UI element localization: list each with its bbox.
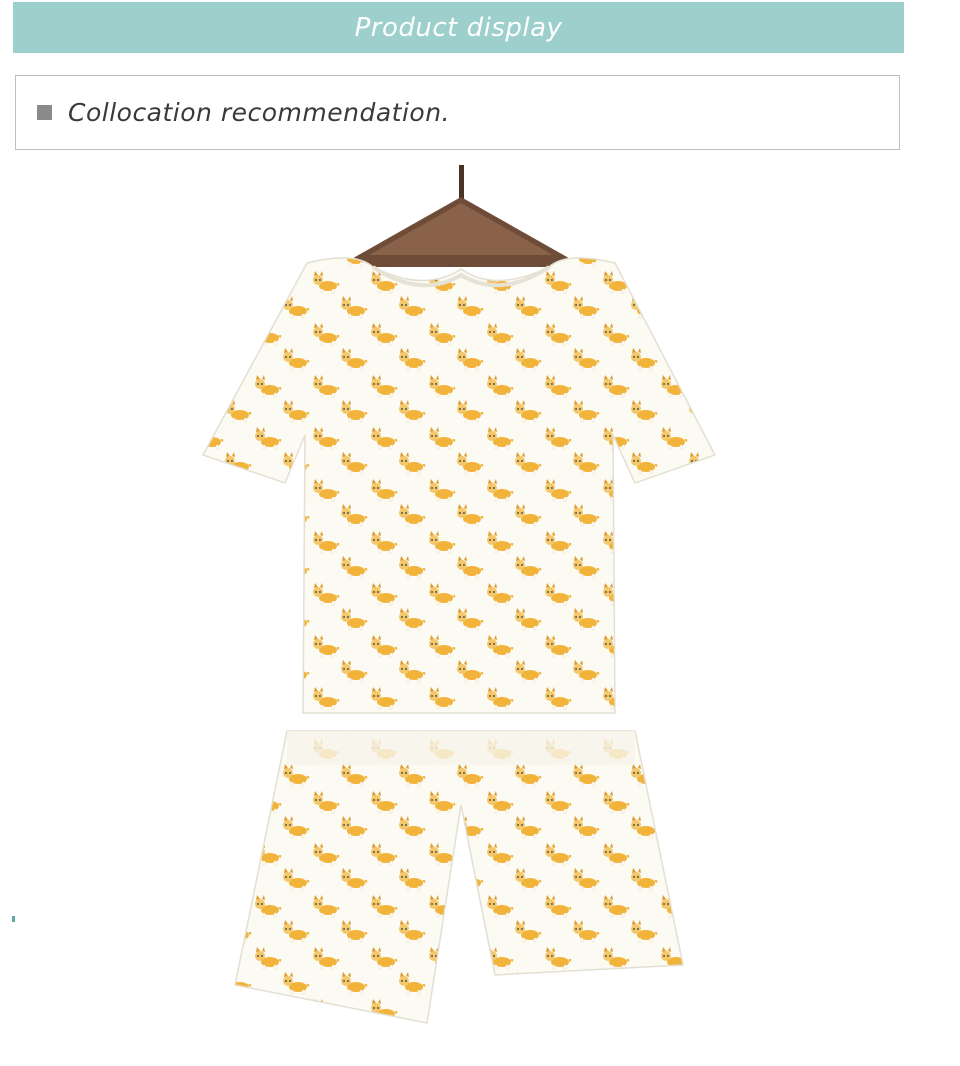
collocation-section-header: Collocation recommendation. — [15, 75, 900, 150]
shorts-shape — [234, 730, 684, 1024]
product-display-banner: Product display — [13, 2, 904, 53]
product-photo — [195, 165, 720, 1035]
t-shirt-shape — [201, 257, 717, 714]
decorative-dot — [12, 916, 15, 922]
section-title: Collocation recommendation. — [68, 98, 450, 127]
bullet-square-icon — [37, 105, 52, 120]
banner-title: Product display — [354, 12, 563, 43]
wooden-hanger-icon — [350, 165, 572, 267]
